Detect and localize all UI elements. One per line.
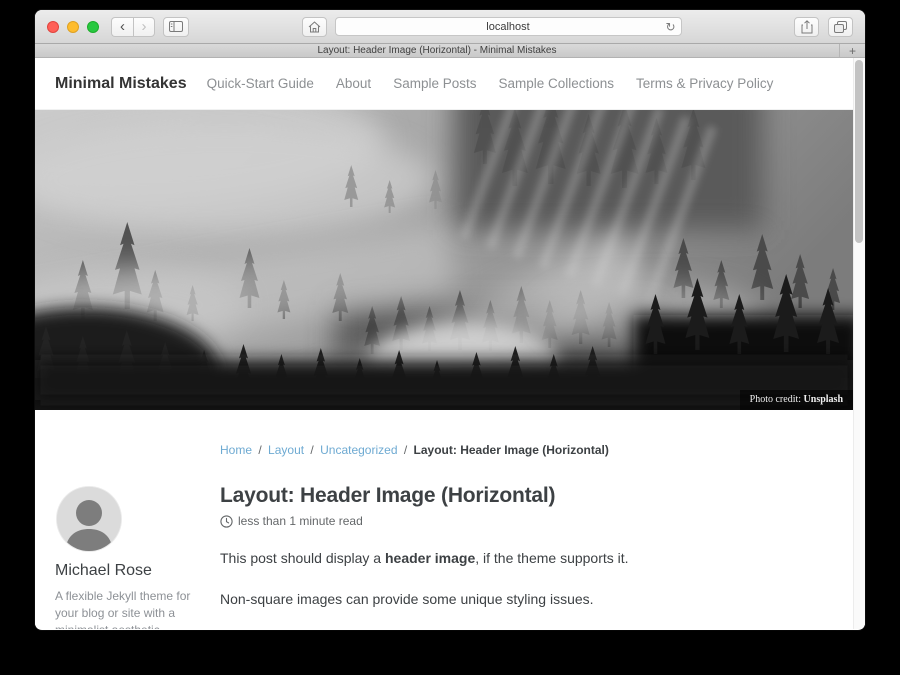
author-bio: A flexible Jekyll theme for your blog or… bbox=[55, 588, 205, 629]
plus-icon: + bbox=[849, 44, 856, 58]
sidebar-toggle-button[interactable] bbox=[163, 17, 189, 37]
tab-bar: Layout: Header Image (Horizontal) - Mini… bbox=[35, 44, 865, 58]
post-meta: less than 1 minute read bbox=[220, 514, 760, 528]
close-window-button[interactable] bbox=[47, 21, 59, 33]
sidebar-icon bbox=[169, 21, 183, 32]
history-nav-group: ‹ › bbox=[111, 17, 155, 37]
author-sidebar: Michael Rose A flexible Jekyll theme for… bbox=[55, 443, 220, 629]
scrollbar-track[interactable] bbox=[853, 58, 865, 629]
paragraph-bold-text: header image bbox=[385, 550, 475, 566]
read-time: less than 1 minute read bbox=[238, 514, 363, 528]
breadcrumb-home-link[interactable]: Home bbox=[220, 443, 252, 457]
paragraph-text: , if the theme supports it. bbox=[475, 550, 628, 566]
page-viewport: Minimal Mistakes Quick-Start Guide About… bbox=[35, 58, 865, 629]
clock-icon bbox=[220, 515, 233, 528]
header-image: Photo credit: Unsplash bbox=[35, 110, 853, 410]
reload-icon: ↻ bbox=[665, 20, 675, 34]
post-paragraph: This post should display a header image,… bbox=[220, 548, 760, 569]
share-icon bbox=[801, 20, 813, 34]
person-silhouette-icon bbox=[57, 487, 121, 551]
breadcrumb-separator: / bbox=[258, 443, 261, 457]
photo-credit-source: Unsplash bbox=[804, 394, 843, 405]
site-masthead: Minimal Mistakes Quick-Start Guide About… bbox=[35, 58, 865, 110]
zoom-window-button[interactable] bbox=[87, 21, 99, 33]
paragraph-text: This post should display a bbox=[220, 550, 385, 566]
site-title-link[interactable]: Minimal Mistakes bbox=[55, 75, 187, 93]
new-tab-button[interactable]: + bbox=[839, 44, 865, 57]
nav-item-quick-start-guide[interactable]: Quick-Start Guide bbox=[207, 76, 314, 91]
page-content: Michael Rose A flexible Jekyll theme for… bbox=[35, 410, 865, 629]
post-paragraph: Non-square images can provide some uniqu… bbox=[220, 589, 760, 610]
author-name: Michael Rose bbox=[55, 562, 220, 580]
tabs-icon bbox=[834, 21, 847, 33]
back-button[interactable]: ‹ bbox=[111, 17, 133, 37]
browser-titlebar: ‹ › localhost ↻ bbox=[35, 10, 865, 44]
nav-item-terms-privacy-policy[interactable]: Terms & Privacy Policy bbox=[636, 76, 773, 91]
home-button[interactable] bbox=[302, 17, 327, 37]
back-icon: ‹ bbox=[120, 19, 125, 34]
post-article: Home / Layout / Uncategorized / Layout: … bbox=[220, 443, 820, 629]
post-title: Layout: Header Image (Horizontal) bbox=[220, 484, 760, 508]
reload-button[interactable]: ↻ bbox=[665, 20, 675, 34]
site-nav: Quick-Start Guide About Sample Posts Sam… bbox=[207, 75, 796, 93]
tab-title: Layout: Header Image (Horizontal) - Mini… bbox=[318, 45, 557, 56]
minimize-window-button[interactable] bbox=[67, 21, 79, 33]
breadcrumb-uncategorized-link[interactable]: Uncategorized bbox=[320, 443, 397, 457]
forward-button[interactable]: › bbox=[133, 17, 155, 37]
nav-item-about[interactable]: About bbox=[336, 76, 371, 91]
photo-credit-label: Photo credit: bbox=[750, 394, 801, 405]
window-controls bbox=[47, 21, 99, 33]
breadcrumb: Home / Layout / Uncategorized / Layout: … bbox=[220, 443, 760, 457]
foggy-forest-illustration bbox=[35, 110, 853, 410]
browser-window: ‹ › localhost ↻ Layout: Header Image (Ho… bbox=[35, 10, 865, 630]
photo-credit: Photo credit: Unsplash bbox=[740, 390, 853, 410]
nav-item-sample-collections[interactable]: Sample Collections bbox=[498, 76, 614, 91]
scrollbar-thumb[interactable] bbox=[855, 60, 863, 243]
breadcrumb-layout-link[interactable]: Layout bbox=[268, 443, 304, 457]
breadcrumb-current: Layout: Header Image (Horizontal) bbox=[414, 443, 609, 457]
tab-overview-button[interactable] bbox=[828, 17, 853, 37]
nav-item-sample-posts[interactable]: Sample Posts bbox=[393, 76, 476, 91]
forward-icon: › bbox=[142, 19, 147, 34]
breadcrumb-separator: / bbox=[310, 443, 313, 457]
share-button[interactable] bbox=[794, 17, 819, 37]
breadcrumb-separator: / bbox=[404, 443, 407, 457]
avatar bbox=[57, 487, 121, 551]
url-text: localhost bbox=[486, 21, 529, 33]
address-bar[interactable]: localhost ↻ bbox=[335, 17, 682, 36]
home-icon bbox=[308, 21, 321, 33]
active-tab[interactable]: Layout: Header Image (Horizontal) - Mini… bbox=[35, 44, 839, 57]
